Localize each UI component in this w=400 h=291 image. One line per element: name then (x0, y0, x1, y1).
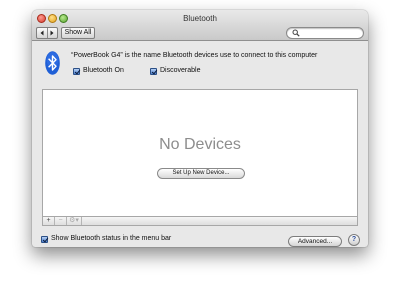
no-devices-message: No Devices (159, 136, 241, 153)
search-icon (292, 29, 300, 37)
back-button[interactable] (37, 28, 47, 38)
back-forward-group (36, 27, 58, 39)
remove-device-button[interactable]: − (55, 217, 67, 225)
bluetooth-preferences-window: Bluetooth Show All “PowerBook G4” is the… (32, 10, 368, 247)
device-list-controls: + − ⚙▾ (42, 217, 358, 226)
window-toolbar: Bluetooth Show All (32, 10, 368, 41)
bluetooth-on-checkbox[interactable] (73, 68, 80, 75)
chevron-right-icon (50, 30, 54, 36)
device-action-menu-button[interactable]: ⚙▾ (67, 217, 82, 225)
show-all-button[interactable]: Show All (61, 27, 95, 39)
search-field[interactable] (286, 27, 364, 39)
forward-button[interactable] (46, 28, 58, 38)
devices-list: No Devices Set Up New Device... (42, 89, 358, 217)
discoverable-label: Discoverable (160, 67, 201, 74)
discoverable-checkbox[interactable] (150, 68, 157, 75)
help-button[interactable]: ? (348, 234, 360, 246)
chevron-left-icon (40, 30, 44, 36)
device-name-description: “PowerBook G4” is the name Bluetooth dev… (71, 52, 318, 59)
window-title: Bluetooth (183, 14, 217, 23)
advanced-button[interactable]: Advanced... (288, 236, 342, 247)
menu-bar-status-checkbox[interactable] (41, 236, 48, 243)
bluetooth-on-label: Bluetooth On (83, 67, 124, 74)
bluetooth-logo-icon (45, 51, 60, 75)
menu-bar-status-label: Show Bluetooth status in the menu bar (51, 235, 172, 242)
add-device-button[interactable]: + (43, 217, 55, 225)
set-up-new-device-button[interactable]: Set Up New Device... (157, 168, 245, 179)
